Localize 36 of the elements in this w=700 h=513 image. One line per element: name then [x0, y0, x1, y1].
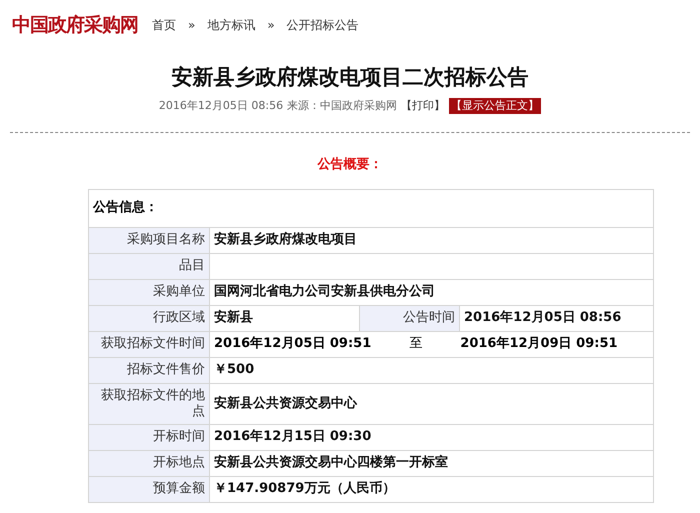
field-label: 开标地点 [88, 450, 210, 476]
table-heading: 公告信息： [88, 189, 654, 227]
field-value: ￥500 [210, 357, 654, 383]
field-value: 安新县公共资源交易中心四楼第一开标室 [210, 450, 654, 476]
field-label: 预算金额 [88, 476, 210, 502]
field-label: 采购单位 [88, 279, 210, 305]
field-value: 2016年12月05日 08:56 [460, 305, 654, 331]
field-label: 获取招标文件时间 [88, 331, 210, 357]
field-value: 安新县公共资源交易中心 [210, 383, 654, 424]
field-value: ￥147.90879万元（人民币） [210, 476, 654, 502]
breadcrumb-link[interactable]: 首页 [152, 16, 176, 34]
field-label: 获取招标文件的地点 [88, 383, 210, 424]
breadcrumb-separator: » [267, 17, 275, 34]
source-text: 来源：中国政府采购网 [287, 98, 398, 114]
breadcrumb-link[interactable]: 地方标讯 [207, 16, 256, 34]
print-link[interactable]: 【打印】 [401, 98, 446, 114]
article-title: 安新县乡政府煤改电项目二次招标公告 [170, 64, 530, 91]
summary-heading: 公告概要： [316, 156, 384, 174]
field-label: 招标文件售价 [88, 357, 210, 383]
breadcrumb-link[interactable]: 公开招标公告 [286, 16, 359, 34]
range-separator: 至 [409, 335, 422, 354]
field-label: 品目 [88, 253, 210, 279]
field-label: 公告时间 [360, 305, 460, 331]
field-value: 安新县乡政府煤改电项目 [210, 227, 654, 253]
site-logo[interactable]: 中国政府采购网 [12, 10, 138, 40]
field-label: 开标时间 [88, 424, 210, 450]
field-label: 采购项目名称 [88, 227, 210, 253]
show-text-link[interactable]: 【显示公告正文】 [449, 98, 542, 114]
breadcrumb-separator: » [188, 17, 196, 34]
publish-date: 2016年12月05日 08:56 [158, 98, 284, 114]
field-label: 行政区域 [88, 305, 210, 331]
field-value: 安新县 [210, 305, 360, 331]
field-value: 国网河北省电力公司安新县供电分公司 [210, 279, 654, 305]
field-value: 2016年12月15日 09:30 [210, 424, 654, 450]
field-value: 2016年12月09日 09:51 [460, 335, 618, 354]
field-value: 2016年12月05日 09:51 [214, 335, 372, 354]
